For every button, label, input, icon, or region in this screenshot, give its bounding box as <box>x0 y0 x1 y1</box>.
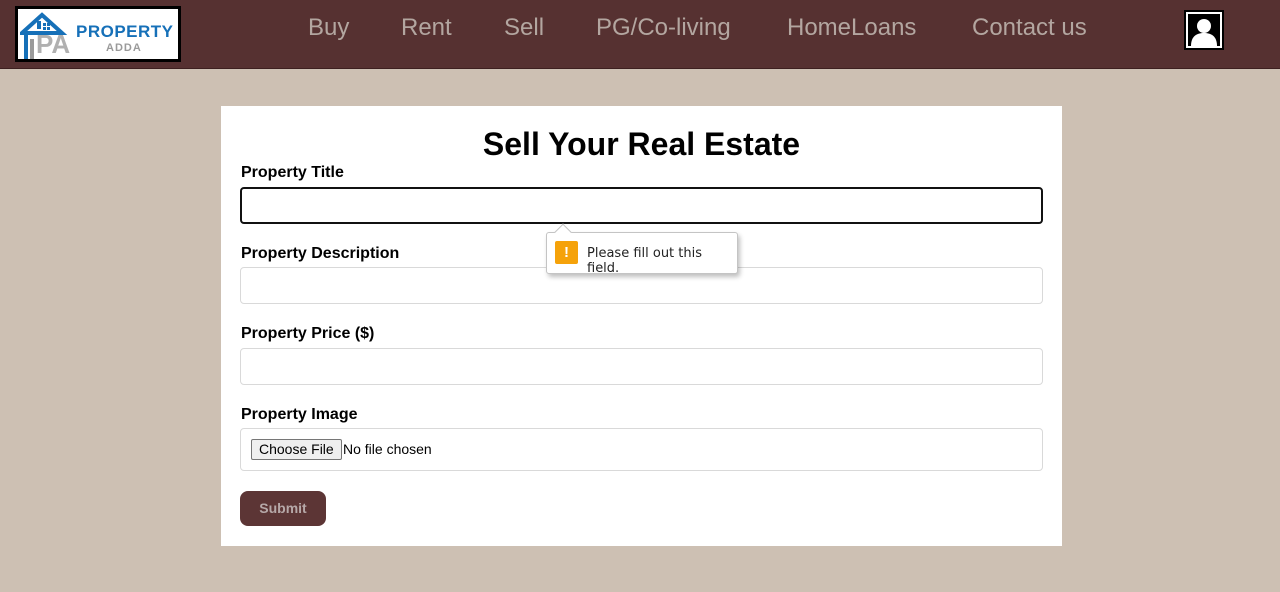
property-title-label: Property Title <box>241 164 344 181</box>
logo[interactable]: PA PROPERTY ADDA <box>15 6 181 62</box>
property-price-label: Property Price ($) <box>241 325 375 342</box>
property-description-label: Property Description <box>241 245 400 262</box>
property-title-input[interactable] <box>240 187 1043 224</box>
nav-pg-coliving[interactable]: PG/Co-living <box>596 14 731 42</box>
sell-form-card: Sell Your Real Estate Property Title Pro… <box>221 106 1062 546</box>
choose-file-button[interactable]: Choose File <box>251 439 342 460</box>
page-title: Sell Your Real Estate <box>482 126 801 162</box>
nav-rent[interactable]: Rent <box>401 14 452 42</box>
property-image-label: Property Image <box>241 406 358 423</box>
warning-icon: ! <box>555 241 578 264</box>
nav-contact-us[interactable]: Contact us <box>972 14 1087 42</box>
profile-avatar-icon[interactable] <box>1184 10 1224 50</box>
nav-buy[interactable]: Buy <box>308 14 349 42</box>
submit-button[interactable]: Submit <box>240 491 326 526</box>
logo-subtext: ADDA <box>106 42 142 54</box>
nav-homeloans[interactable]: HomeLoans <box>787 14 916 42</box>
property-image-file-input[interactable]: Choose File No file chosen <box>240 428 1043 471</box>
logo-text: PROPERTY <box>76 22 174 41</box>
navbar: PA PROPERTY ADDA Buy Rent Sell PG/Co-liv… <box>0 0 1280 69</box>
nav-sell[interactable]: Sell <box>504 14 544 42</box>
logo-initials: PA <box>36 29 71 59</box>
validation-tooltip: ! Please fill out this field. <box>546 223 738 276</box>
user-icon <box>1188 14 1220 46</box>
property-price-input[interactable] <box>240 348 1043 385</box>
validation-message: Please fill out this field. <box>587 246 703 276</box>
file-status-text: No file chosen <box>343 441 432 457</box>
